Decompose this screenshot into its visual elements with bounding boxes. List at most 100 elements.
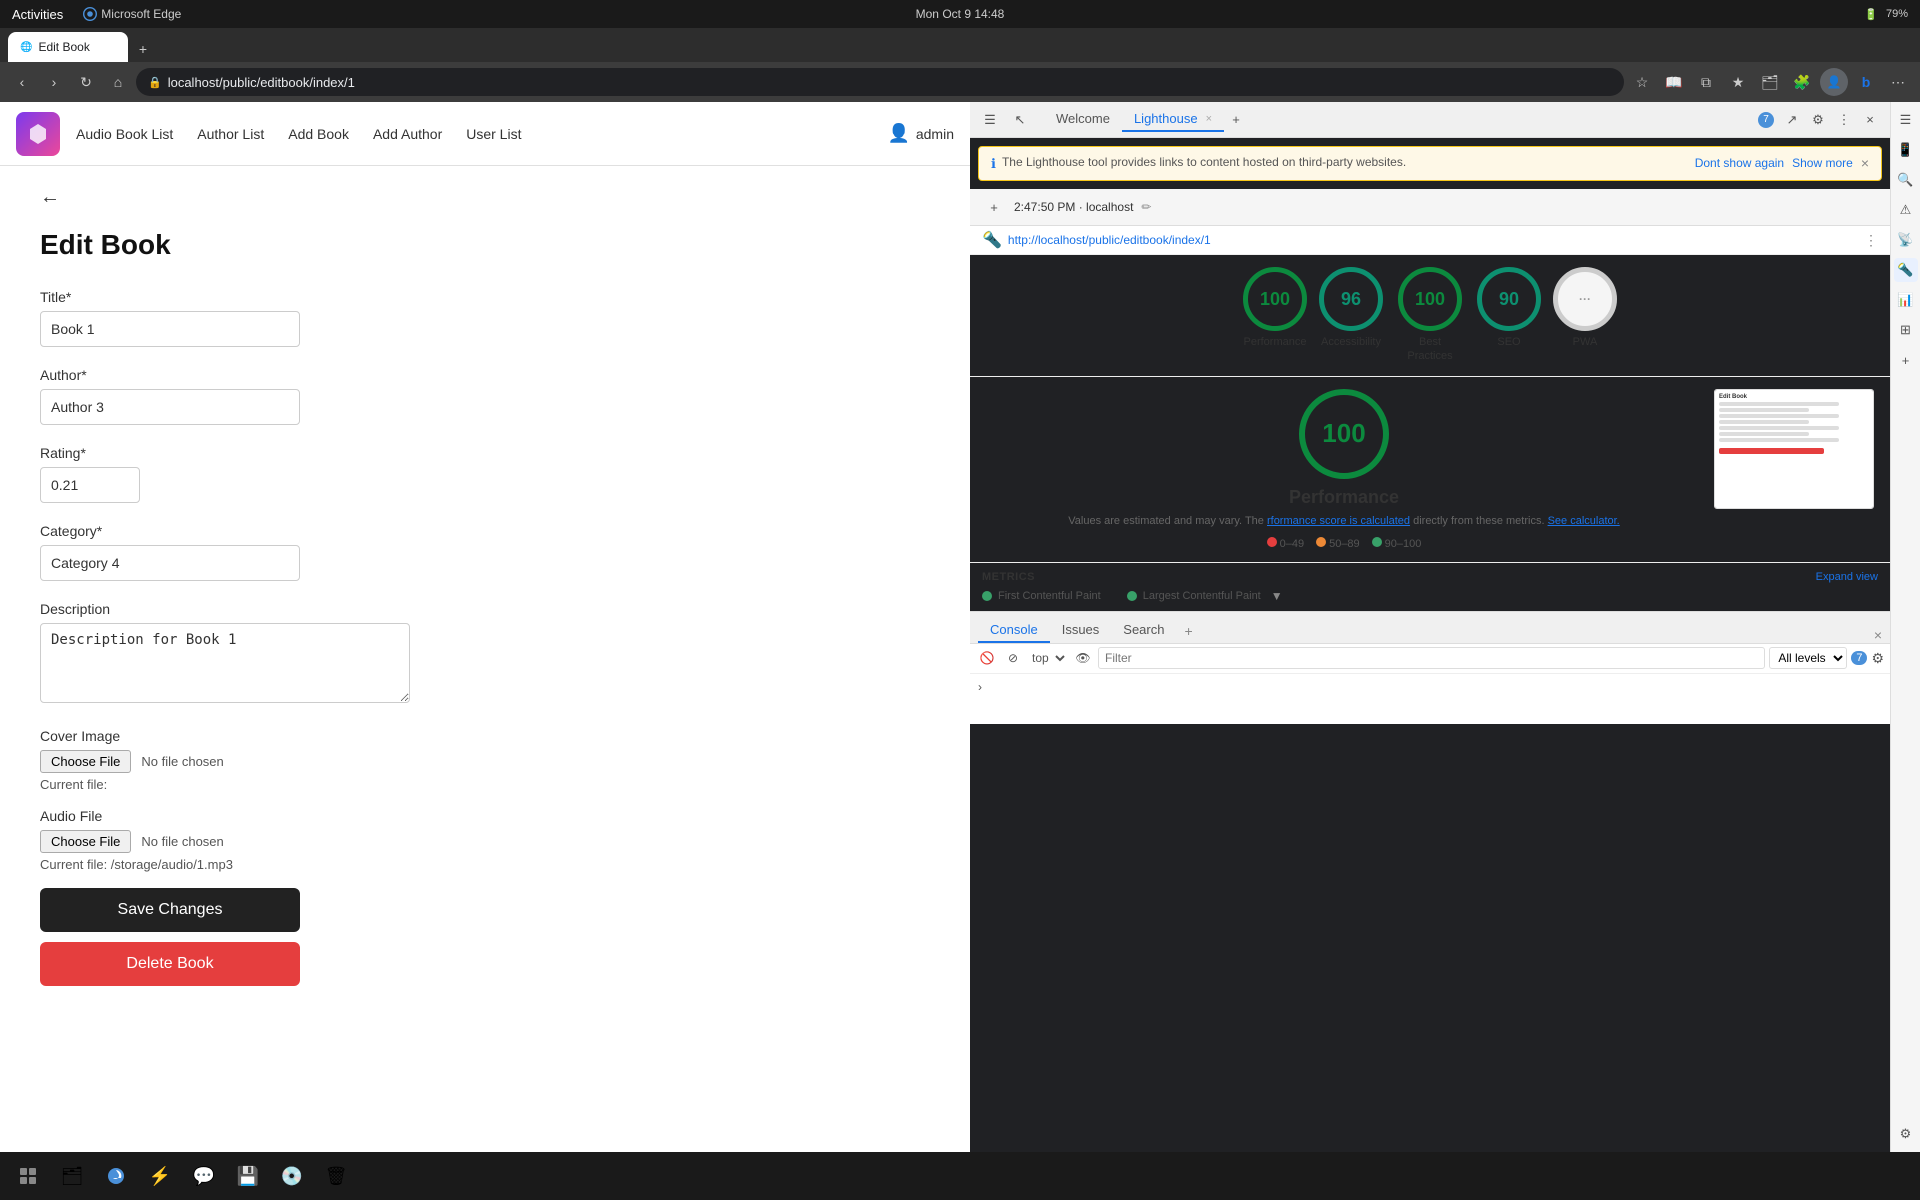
bookmark-btn[interactable]: ☆ [1628, 68, 1656, 96]
dsi-performance-btn[interactable]: 📊 [1894, 288, 1918, 312]
nav-user-list[interactable]: User List [466, 122, 521, 146]
console-context-select[interactable]: top [1028, 647, 1068, 669]
console-clear-btn[interactable]: 🚫 [976, 647, 998, 669]
legend-dot-green [1372, 537, 1382, 547]
console-level-select[interactable]: All levels [1769, 647, 1847, 669]
taskbar-files-btn[interactable]: 🗂 [52, 1156, 92, 1196]
devtools-settings-btn[interactable]: ⚙ [1806, 108, 1830, 132]
console-tab-console[interactable]: Console [978, 618, 1050, 643]
split-btn[interactable]: ⧉ [1692, 68, 1720, 96]
collections-btn[interactable]: 🗂 [1756, 68, 1784, 96]
taskbar-apps-btn[interactable] [8, 1156, 48, 1196]
lighthouse-tab-close-icon[interactable]: × [1206, 113, 1212, 125]
console-eye-btn[interactable]: 👁 [1072, 647, 1094, 669]
console-tab-search[interactable]: Search [1111, 618, 1176, 643]
author-input[interactable] [40, 389, 300, 425]
lighthouse-refresh-btn[interactable]: + [982, 195, 1006, 219]
activities-label[interactable]: Activities [12, 7, 63, 22]
home-button[interactable]: ⌂ [104, 68, 132, 96]
taskbar-trash-btn[interactable]: 🗑 [316, 1156, 356, 1196]
show-more-btn[interactable]: Show more [1792, 156, 1853, 170]
dsi-lighthouse-btn[interactable]: 🔦 [1894, 258, 1918, 282]
reading-mode-btn[interactable]: 📖 [1660, 68, 1688, 96]
see-calc-link[interactable]: See calculator. [1548, 515, 1620, 527]
category-group: Category* [40, 523, 930, 581]
reload-button[interactable]: ↻ [72, 68, 100, 96]
taskbar-ssd-btn[interactable]: 💾 [228, 1156, 268, 1196]
taskbar-edge-btn[interactable] [96, 1156, 136, 1196]
audio-choose-file-btn[interactable]: Choose File [40, 830, 131, 853]
nav-audio-book-list[interactable]: Audio Book List [76, 122, 173, 146]
cover-file-row: Choose File No file chosen [40, 750, 930, 773]
devtools-pointer-btn[interactable]: ↖ [1008, 108, 1032, 132]
back-arrow-btn[interactable]: ← [40, 186, 60, 209]
browser-edge-btn[interactable]: b [1852, 68, 1880, 96]
console-filter-icon-btn[interactable]: ⊘ [1002, 647, 1024, 669]
browser-label: Microsoft Edge [83, 7, 181, 21]
console-tab-issues[interactable]: Issues [1050, 618, 1112, 643]
devtools-tab-welcome[interactable]: Welcome [1044, 107, 1122, 132]
devtools-elements-btn[interactable]: ☰ [978, 108, 1002, 132]
browser-more-btn[interactable]: ⋯ [1884, 68, 1912, 96]
info-close-btn[interactable]: × [1861, 155, 1869, 171]
dsi-layers-btn[interactable]: ⊞ [1894, 318, 1918, 342]
title-input[interactable] [40, 311, 300, 347]
cover-choose-file-btn[interactable]: Choose File [40, 750, 131, 773]
taskbar-phpstorm-btn[interactable]: ⚡ [140, 1156, 180, 1196]
title-label: Title* [40, 289, 930, 305]
admin-area: 👤 admin [887, 123, 954, 144]
dsi-add-btn[interactable]: + [1894, 348, 1918, 372]
author-group: Author* [40, 367, 930, 425]
dsi-search-btn[interactable]: 🔍 [1894, 168, 1918, 192]
console-content: › [970, 674, 1890, 724]
devtools-tab-lighthouse[interactable]: Lighthouse × [1122, 107, 1224, 132]
nav-author-list[interactable]: Author List [197, 122, 264, 146]
delete-book-button[interactable]: Delete Book [40, 942, 300, 986]
nav-add-book[interactable]: Add Book [288, 122, 349, 146]
console-filter-input[interactable] [1098, 647, 1765, 669]
dsi-inspect-btn[interactable]: ☰ [1894, 108, 1918, 132]
devtools-close-btn[interactable]: × [1858, 108, 1882, 132]
expand-view-btn[interactable]: Expand view [1816, 571, 1878, 583]
legend-green: 90–100 [1372, 537, 1422, 550]
back-button[interactable]: ‹ [8, 68, 36, 96]
new-tab-btn[interactable]: + [130, 36, 156, 62]
badge-count: 7 [1754, 108, 1778, 132]
browser-tab-active[interactable]: 🌐 Edit Book [8, 32, 128, 62]
accessibility-label: Accessibility [1321, 335, 1381, 349]
forward-button[interactable]: › [40, 68, 68, 96]
description-textarea[interactable]: Description for Book 1 [40, 623, 410, 703]
dsi-network-btn[interactable]: 📡 [1894, 228, 1918, 252]
rating-input[interactable] [40, 467, 140, 503]
profile-btn[interactable]: 👤 [1820, 68, 1848, 96]
dsi-bottom-settings-btn[interactable]: ⚙ [1894, 1122, 1918, 1146]
extensions-btn[interactable]: 🧩 [1788, 68, 1816, 96]
console-add-tab-btn[interactable]: + [1176, 619, 1200, 643]
cover-current-file-text: Current file: [40, 777, 930, 792]
favorites-btn[interactable]: ★ [1724, 68, 1752, 96]
dsi-issues-btn[interactable]: ⚠ [1894, 198, 1918, 222]
best-practices-circle: 100 [1398, 267, 1462, 331]
address-bar[interactable]: 🔒 localhost/public/editbook/index/1 [136, 68, 1624, 96]
category-input[interactable] [40, 545, 300, 581]
devtools-vertical-dots[interactable]: ⋮ [1832, 108, 1856, 132]
taskbar-discord-btn[interactable]: 💬 [184, 1156, 224, 1196]
add-devtools-tab-btn[interactable]: + [1224, 108, 1248, 132]
console-settings-btn[interactable]: ⚙ [1871, 650, 1884, 667]
perf-link[interactable]: rformance score is calculated [1267, 515, 1410, 527]
legend-dot-red [1267, 537, 1277, 547]
console-prompt: › [978, 680, 982, 694]
metrics-expand-btn[interactable]: ▼ [1271, 589, 1283, 603]
audit-url-more-btn[interactable]: ⋮ [1864, 232, 1878, 249]
os-topbar: Activities Microsoft Edge Mon Oct 9 14:4… [0, 0, 1920, 28]
score-best-practices: 100 Best Practices [1395, 267, 1465, 364]
lighthouse-edit-btn[interactable]: ✏ [1141, 200, 1151, 214]
audio-file-group: Audio File Choose File No file chosen Cu… [40, 808, 930, 872]
devtools-share-btn[interactable]: ↗ [1780, 108, 1804, 132]
taskbar-ssd2-btn[interactable]: 💿 [272, 1156, 312, 1196]
dont-show-again-btn[interactable]: Dont show again [1695, 156, 1784, 170]
save-changes-button[interactable]: Save Changes [40, 888, 300, 932]
console-close-btn[interactable]: × [1874, 627, 1882, 643]
dsi-device-btn[interactable]: 📱 [1894, 138, 1918, 162]
nav-add-author[interactable]: Add Author [373, 122, 442, 146]
